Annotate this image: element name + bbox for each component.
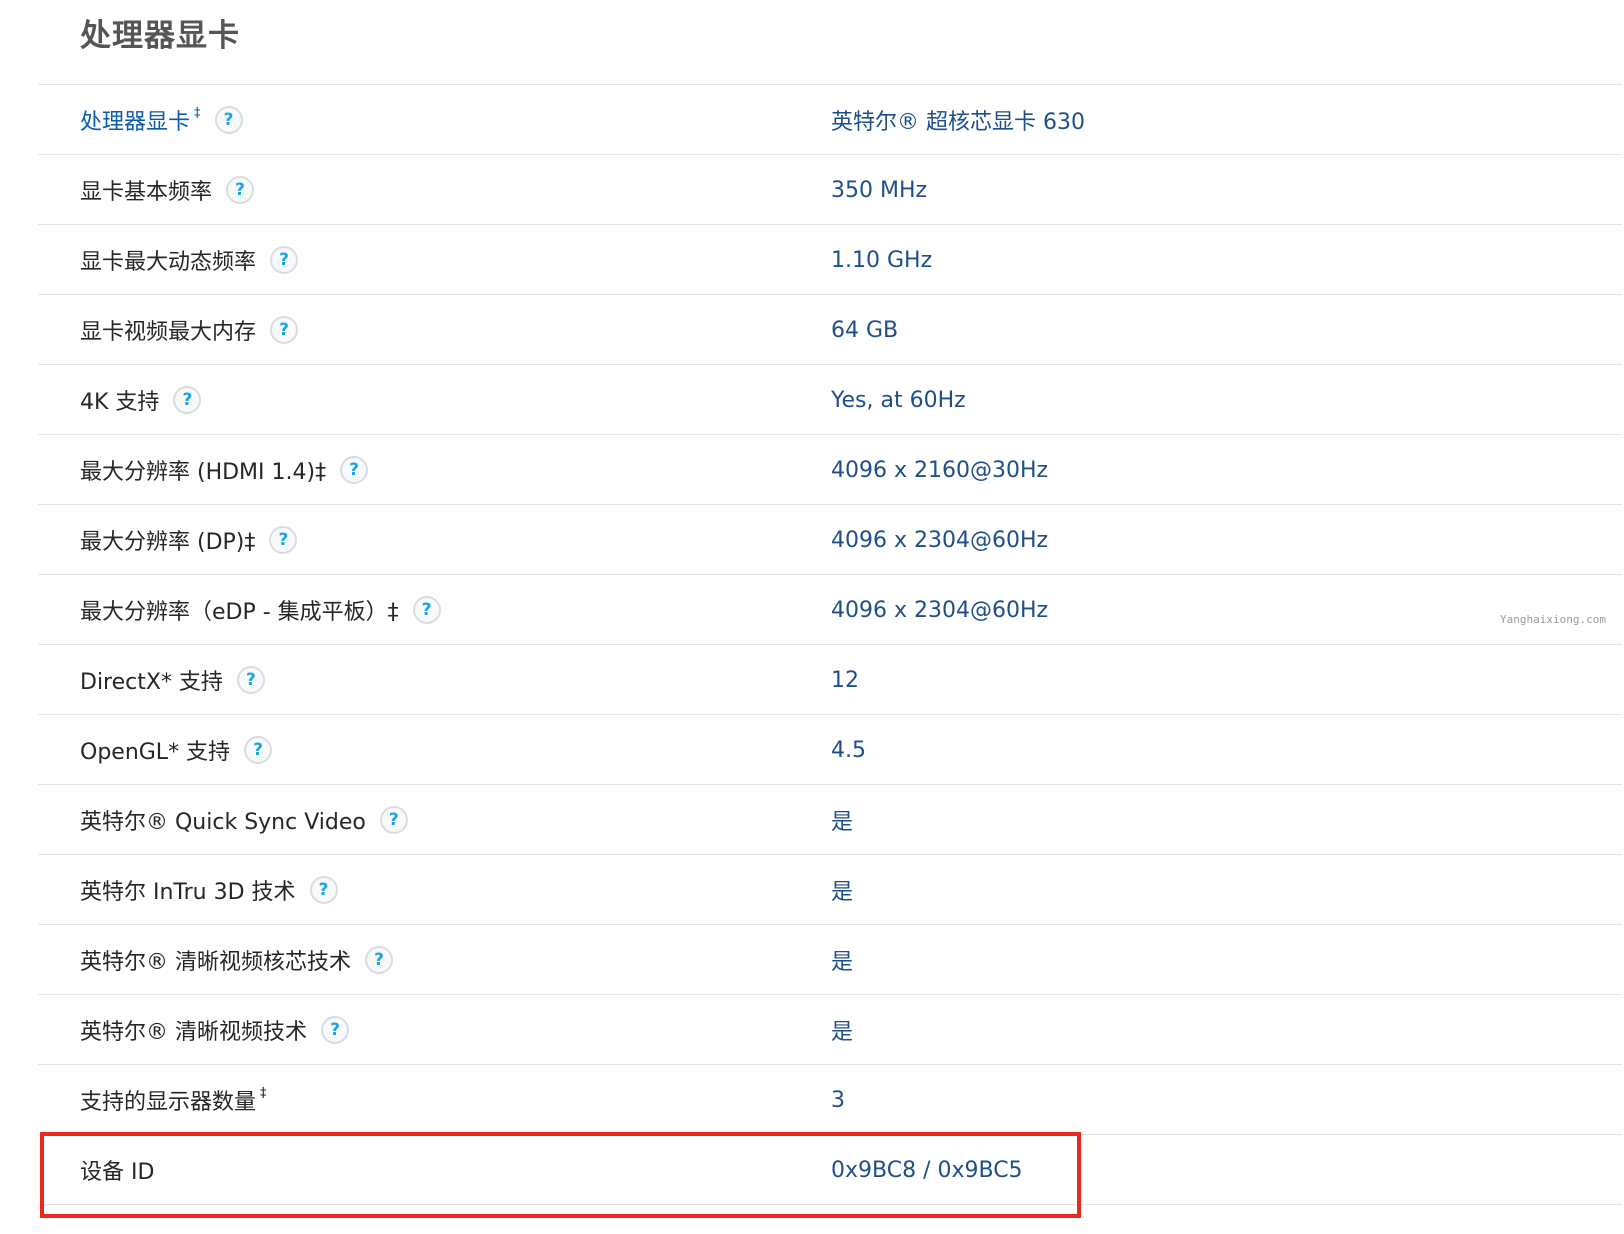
spec-label: 最大分辨率（eDP - 集成平板）‡?: [80, 575, 441, 645]
spec-label: 英特尔® 清晰视频核芯技术?: [80, 925, 393, 995]
spec-row-intru-3d: 英特尔 InTru 3D 技术? 是: [38, 855, 1622, 925]
spec-row-processor-graphics: 处理器显卡 ‡? 英特尔® 超核芯显卡 630: [38, 85, 1622, 155]
spec-label: OpenGL* 支持?: [80, 715, 273, 785]
help-question-icon[interactable]: ?: [270, 316, 299, 344]
spec-label: 最大分辨率 (DP)‡?: [80, 505, 298, 575]
spec-value: 4.5: [831, 737, 866, 763]
spec-label-text: 英特尔 InTru 3D 技术: [80, 880, 296, 905]
help-question-icon[interactable]: ?: [365, 946, 393, 974]
help-question-icon[interactable]: ?: [269, 526, 298, 554]
spec-row-displays-supported: 支持的显示器数量 ‡ 3: [38, 1065, 1622, 1135]
spec-value: 64 GB: [831, 317, 899, 343]
spec-row-4k-support: 4K 支持? Yes, at 60Hz: [38, 365, 1622, 435]
spec-row-base-frequency: 显卡基本频率? 350 MHz: [38, 155, 1622, 225]
spec-label-text: 英特尔® 清晰视频技术: [80, 1020, 307, 1045]
help-question-icon[interactable]: ?: [173, 386, 202, 414]
spec-row-max-resolution-dp: 最大分辨率 (DP)‡? 4096 x 2304@60Hz: [38, 505, 1622, 575]
spec-label-text: 英特尔® 清晰视频核芯技术: [80, 950, 351, 975]
spec-label: 英特尔 InTru 3D 技术?: [80, 855, 338, 925]
spec-label-text: 支持的显示器数量: [80, 1090, 257, 1115]
spec-label-text: 最大分辨率（eDP - 集成平板）‡: [80, 600, 399, 625]
spec-label-text: 显卡最大动态频率: [80, 250, 257, 275]
spec-row-quick-sync-video: 英特尔® Quick Sync Video? 是: [38, 785, 1622, 855]
spec-value: 是: [831, 1020, 854, 1045]
spec-label-text: 最大分辨率 (DP)‡: [80, 530, 256, 555]
spec-value: 1.10 GHz: [831, 247, 933, 273]
spec-table: 处理器显卡 ‡? 英特尔® 超核芯显卡 630 显卡基本频率? 350 MHz 显…: [38, 84, 1622, 1205]
spec-value: 4096 x 2304@60Hz: [831, 527, 1049, 553]
spec-label: 英特尔® Quick Sync Video?: [80, 785, 408, 855]
spec-row-clear-video-hd: 英特尔® 清晰视频核芯技术? 是: [38, 925, 1622, 995]
spec-label-text: OpenGL* 支持: [80, 740, 231, 765]
spec-row-directx-support: DirectX* 支持? 12: [38, 645, 1622, 715]
footnote-dagger: ‡: [260, 1085, 267, 1101]
spec-row-max-resolution-edp: 最大分辨率（eDP - 集成平板）‡? 4096 x 2304@60Hz: [38, 575, 1622, 645]
help-question-icon[interactable]: ?: [412, 596, 441, 624]
watermark-text: Yanghaixiong.com: [1500, 613, 1606, 626]
help-question-icon[interactable]: ?: [309, 876, 338, 904]
spec-label-text: 最大分辨率 (HDMI 1.4)‡: [80, 460, 327, 485]
spec-value: 4096 x 2304@60Hz: [831, 597, 1049, 623]
spec-label-text: 显卡基本频率: [80, 180, 213, 205]
spec-label: 英特尔® 清晰视频技术?: [80, 995, 349, 1065]
spec-label-text: 英特尔® Quick Sync Video: [80, 810, 366, 835]
spec-label-text: 设备 ID: [80, 1160, 155, 1185]
spec-value: 12: [831, 667, 859, 693]
spec-label-text: 显卡视频最大内存: [80, 320, 257, 345]
spec-value: 英特尔® 超核芯显卡 630: [831, 110, 1085, 135]
spec-label-link[interactable]: 处理器显卡 ‡?: [80, 85, 243, 155]
spec-value: 350 MHz: [831, 177, 928, 203]
help-question-icon[interactable]: ?: [236, 666, 265, 694]
section-title: 处理器显卡: [80, 18, 240, 54]
spec-value: 是: [831, 880, 854, 905]
spec-label: 支持的显示器数量 ‡: [80, 1065, 267, 1135]
spec-value: 是: [831, 810, 854, 835]
spec-label: 设备 ID: [80, 1135, 154, 1205]
spec-row-clear-video: 英特尔® 清晰视频技术? 是: [38, 995, 1622, 1065]
help-question-icon[interactable]: ?: [321, 1016, 349, 1044]
help-question-icon[interactable]: ?: [270, 246, 299, 274]
spec-row-max-resolution-hdmi: 最大分辨率 (HDMI 1.4)‡? 4096 x 2160@30Hz: [38, 435, 1622, 505]
spec-row-opengl-support: OpenGL* 支持? 4.5: [38, 715, 1622, 785]
spec-value: 4096 x 2160@30Hz: [831, 457, 1049, 483]
spec-value: Yes, at 60Hz: [831, 387, 966, 413]
spec-label-text[interactable]: 处理器显卡: [80, 104, 190, 136]
spec-label-text: 4K 支持: [80, 390, 160, 415]
help-question-icon[interactable]: ?: [244, 736, 273, 764]
spec-label: 显卡基本频率?: [80, 155, 255, 225]
spec-value: 是: [831, 950, 854, 975]
spec-label: 4K 支持?: [80, 365, 202, 435]
spec-label: 显卡视频最大内存?: [80, 295, 299, 365]
footnote-dagger: ‡: [194, 105, 201, 121]
spec-label-text: DirectX* 支持: [80, 670, 223, 695]
help-question-icon[interactable]: ?: [379, 806, 408, 834]
spec-value: 3: [831, 1087, 845, 1113]
spec-value: 0x9BC8 / 0x9BC5: [831, 1157, 1023, 1183]
spec-label: 最大分辨率 (HDMI 1.4)‡?: [80, 435, 369, 505]
help-question-icon[interactable]: ?: [340, 456, 369, 484]
spec-row-max-dynamic-frequency: 显卡最大动态频率? 1.10 GHz: [38, 225, 1622, 295]
spec-label: DirectX* 支持?: [80, 645, 265, 715]
spec-label: 显卡最大动态频率?: [80, 225, 299, 295]
spec-row-max-video-memory: 显卡视频最大内存? 64 GB: [38, 295, 1622, 365]
spec-row-device-id: 设备 ID 0x9BC8 / 0x9BC5: [38, 1135, 1622, 1205]
help-question-icon[interactable]: ?: [214, 106, 243, 134]
help-question-icon[interactable]: ?: [226, 176, 255, 204]
